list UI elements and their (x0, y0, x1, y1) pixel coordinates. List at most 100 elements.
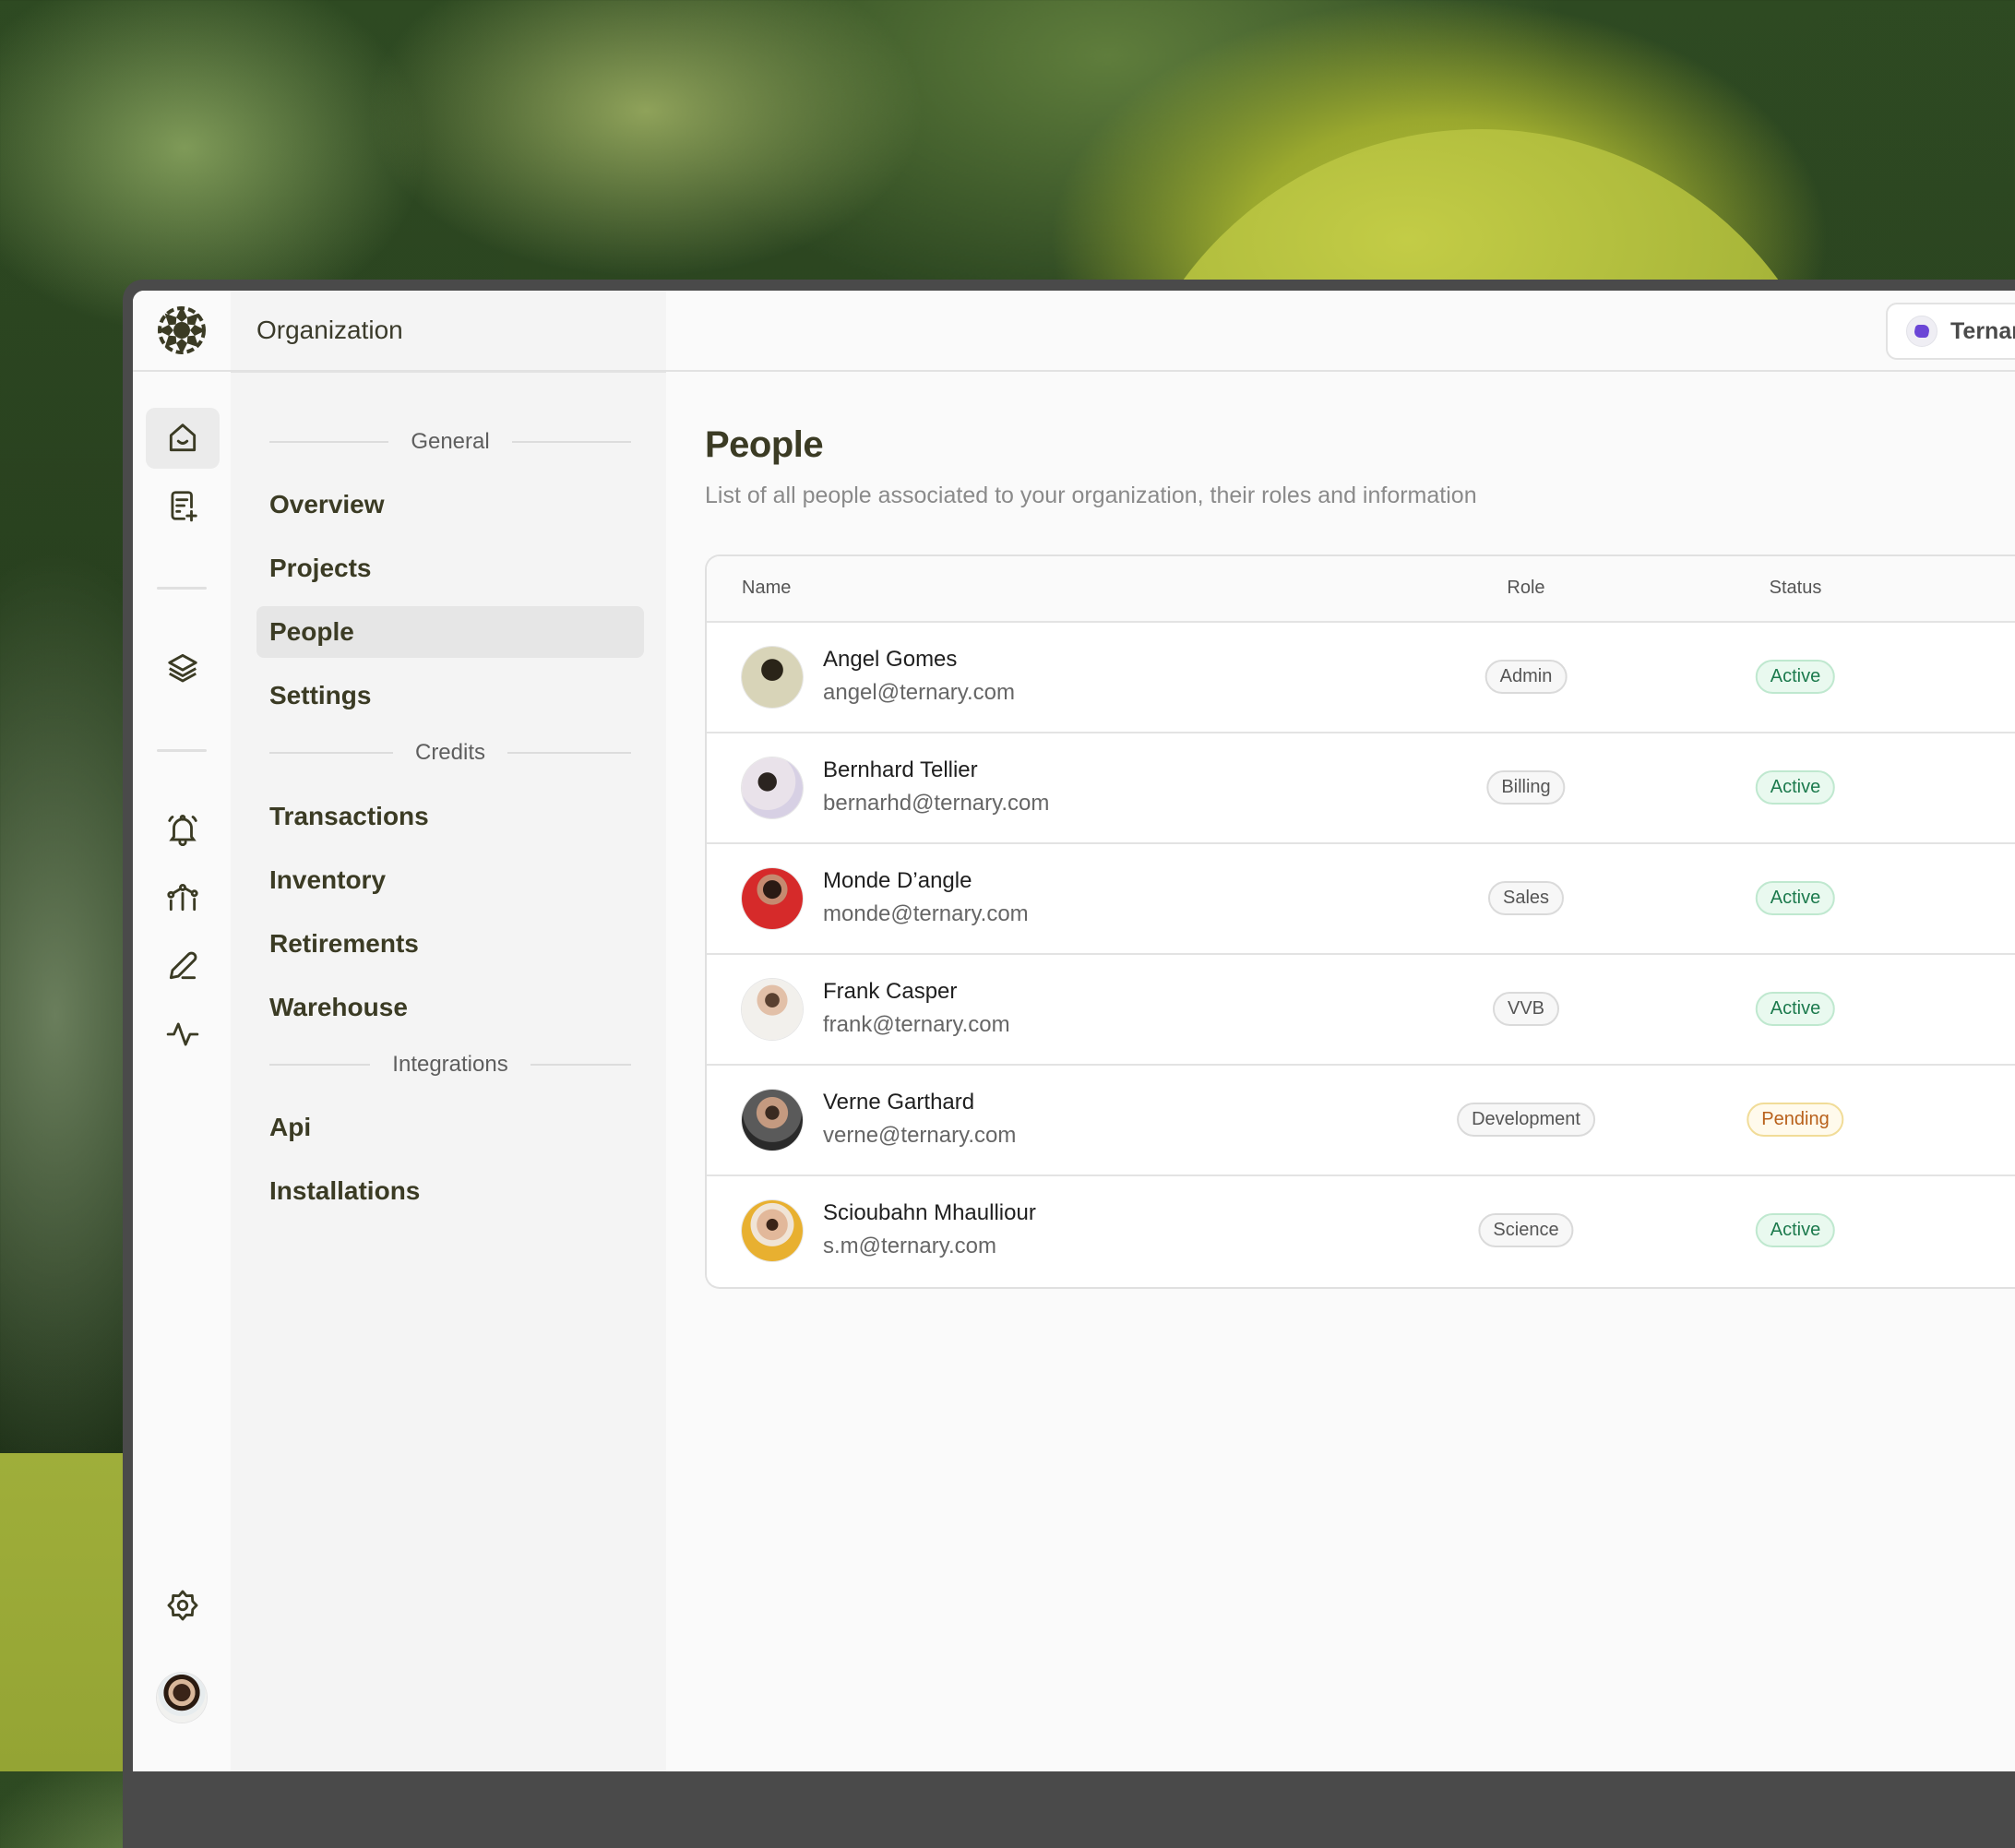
icon-rail (133, 291, 232, 1771)
sidebar-item-label: Retirements (269, 929, 419, 958)
avatar (742, 979, 803, 1040)
section-label-text: Credits (414, 740, 486, 765)
avatar (742, 1090, 803, 1151)
sidebar-item-label: Warehouse (269, 993, 408, 1021)
person-name: Bernhard Tellier (823, 757, 978, 782)
sidebar-item-settings[interactable]: Settings (256, 670, 644, 721)
rail-notifications[interactable] (146, 799, 220, 860)
divider (269, 752, 393, 754)
person-name: Frank Casper (823, 979, 958, 1004)
rail-divider (157, 749, 207, 752)
table-header: Name Role Status (707, 556, 2015, 623)
rail-new-document[interactable] (146, 475, 220, 536)
person-name: Angel Gomes (823, 647, 958, 672)
sidebar-item-label: Inventory (269, 865, 387, 894)
section-label-integrations: Integrations (269, 1051, 632, 1079)
column-header-status[interactable]: Status (1703, 578, 1888, 599)
home-icon (169, 423, 197, 452)
sidebar-item-label: People (269, 617, 354, 646)
divider (269, 441, 389, 443)
person-email: angel@ternary.com (823, 680, 1016, 705)
divider (507, 752, 631, 754)
table-row[interactable]: Angel Gomes angel@ternary.com Admin Acti… (707, 623, 2015, 733)
chart-nodes-icon (167, 883, 198, 912)
avatar (742, 647, 803, 708)
section-label-text: Integrations (392, 1052, 508, 1077)
sidebar-item-label: Overview (269, 490, 385, 519)
table-row[interactable]: Monde D’angle monde@ternary.com Sales Ac… (707, 844, 2015, 955)
person-name: Monde D’angle (823, 868, 972, 893)
asterisk-flower-logo-icon (158, 306, 206, 354)
status-badge: Active (1755, 770, 1836, 805)
table-row[interactable]: Scioubahn Mhaulliour s.m@ternary.com Sci… (707, 1176, 2015, 1285)
sidebar-item-inventory[interactable]: Inventory (256, 854, 644, 906)
status-badge: Active (1755, 992, 1836, 1026)
person-email: bernarhd@ternary.com (823, 791, 1050, 816)
sidebar-item-installations[interactable]: Installations (256, 1165, 644, 1217)
activity-icon (166, 1022, 199, 1046)
layers-icon (168, 653, 197, 683)
gear-icon (167, 1590, 198, 1621)
rail-divider (157, 587, 207, 590)
sidebar-item-label: Installations (269, 1176, 421, 1205)
rail-settings[interactable] (146, 1575, 220, 1636)
main-content: Ternary People List of all people associ… (666, 291, 2015, 1771)
role-badge: Billing (1486, 770, 1566, 805)
sidebar-item-label: Settings (269, 681, 372, 709)
sidebar-item-transactions[interactable]: Transactions (256, 791, 644, 842)
ternary-logo-icon (1906, 316, 1938, 347)
person-email: monde@ternary.com (823, 901, 1029, 926)
pen-icon (169, 951, 197, 980)
divider (530, 1064, 632, 1066)
avatar (742, 1200, 803, 1261)
sidebar-item-label: Api (269, 1113, 312, 1141)
avatar (742, 868, 803, 929)
divider (269, 1064, 371, 1066)
person-name: Verne Garthard (823, 1090, 975, 1115)
status-badge: Active (1755, 660, 1836, 694)
rail-home[interactable] (146, 408, 220, 469)
role-badge: Admin (1484, 660, 1568, 694)
table-row[interactable]: Frank Casper frank@ternary.com VVB Activ… (707, 955, 2015, 1066)
person-email: frank@ternary.com (823, 1012, 1010, 1037)
status-badge: Active (1755, 1213, 1836, 1247)
section-label-general: General (269, 428, 632, 456)
sidebar-item-projects[interactable]: Projects (256, 542, 644, 594)
page-subtitle: List of all people associated to your or… (705, 483, 1477, 508)
table-row[interactable]: Verne Garthard verne@ternary.com Develop… (707, 1066, 2015, 1176)
status-badge: Active (1755, 881, 1836, 915)
sidebar-item-api[interactable]: Api (256, 1102, 644, 1153)
role-badge: Development (1457, 1103, 1595, 1137)
column-header-role[interactable]: Role (1434, 578, 1618, 599)
rail-analytics[interactable] (146, 867, 220, 928)
sidebar-item-retirements[interactable]: Retirements (256, 918, 644, 970)
sidebar-item-overview[interactable]: Overview (256, 479, 644, 531)
page-title: People (705, 424, 824, 465)
table-row[interactable]: Bernhard Tellier bernarhd@ternary.com Bi… (707, 733, 2015, 844)
section-label-text: General (411, 429, 490, 454)
section-label-credits: Credits (269, 739, 631, 767)
section-title: Organization (256, 316, 403, 344)
sidebar-item-people[interactable]: People (256, 606, 644, 658)
top-bar: Ternary (666, 291, 2015, 372)
avatar (742, 757, 803, 818)
rail-activity[interactable] (146, 1004, 220, 1065)
rail-edit[interactable] (146, 936, 220, 996)
org-name: Ternary (1950, 317, 2015, 344)
person-email: s.m@ternary.com (823, 1234, 996, 1258)
rail-layers[interactable] (146, 637, 220, 697)
logo[interactable] (133, 291, 231, 372)
sidebar-item-warehouse[interactable]: Warehouse (256, 982, 644, 1033)
column-header-name[interactable]: Name (742, 578, 791, 599)
person-name: Scioubahn Mhaulliour (823, 1200, 1036, 1225)
document-add-icon (171, 491, 197, 522)
sidebar-item-label: Transactions (269, 802, 429, 830)
divider (511, 441, 632, 443)
user-avatar[interactable] (157, 1673, 207, 1723)
status-badge: Pending (1747, 1103, 1844, 1137)
app-window: Organization General Overview Projects P… (133, 291, 2015, 1771)
secondary-sidebar: Organization General Overview Projects P… (231, 291, 668, 1771)
org-switcher-button[interactable]: Ternary (1886, 303, 2015, 360)
sidebar-item-label: Projects (269, 554, 372, 582)
role-badge: VVB (1492, 992, 1560, 1026)
